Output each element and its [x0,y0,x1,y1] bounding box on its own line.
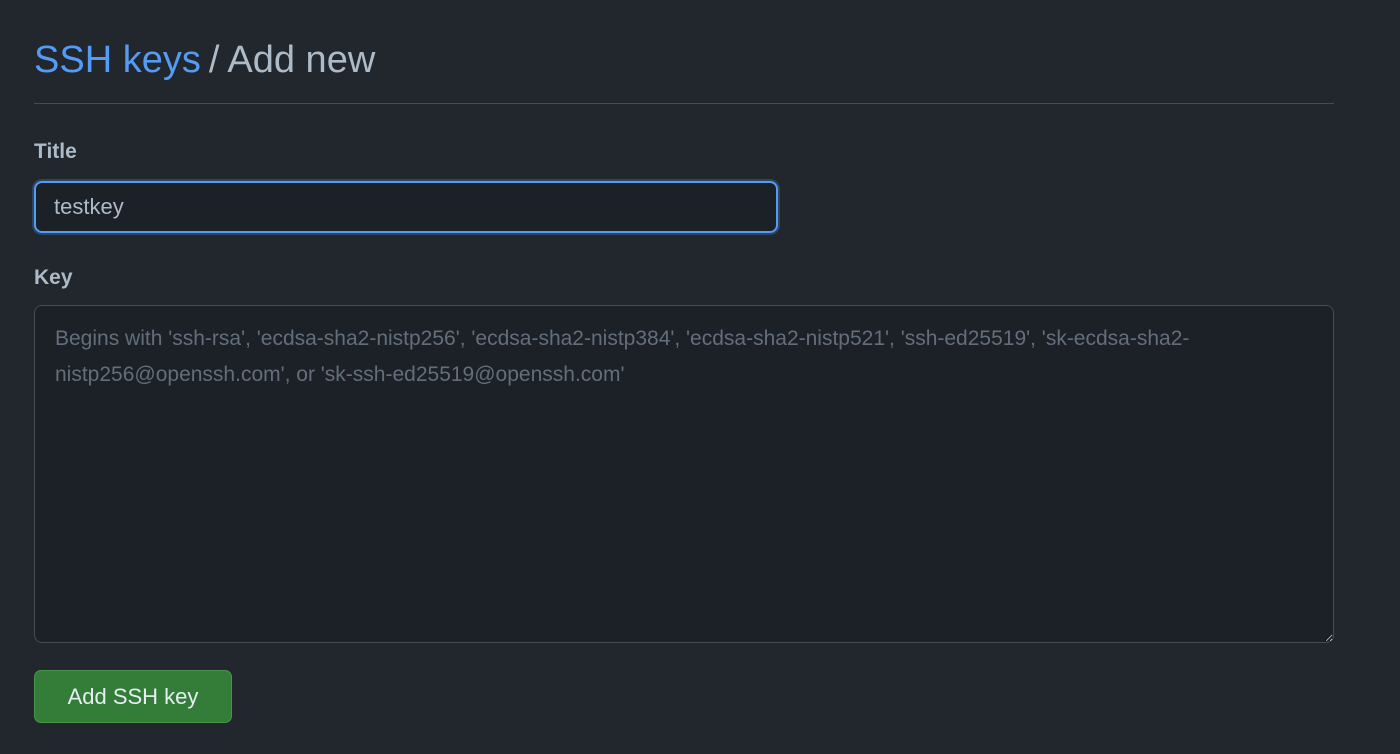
page-header: SSH keys / Add new [34,36,1334,104]
add-ssh-key-page: SSH keys/Add new Title Key Add SSH key [0,0,1400,754]
breadcrumb: SSH keys / Add new [34,36,1334,84]
title-input[interactable] [34,181,778,233]
key-textarea[interactable] [34,305,1334,643]
add-ssh-key-button[interactable]: Add SSH key [34,670,232,723]
key-label: Key [34,266,73,289]
breadcrumb-ssh-keys-link[interactable]: SSH keys [34,39,201,81]
title-label: Title [34,140,77,163]
breadcrumb-current-page: Add new [227,39,376,81]
breadcrumb-separator: / [208,39,220,81]
